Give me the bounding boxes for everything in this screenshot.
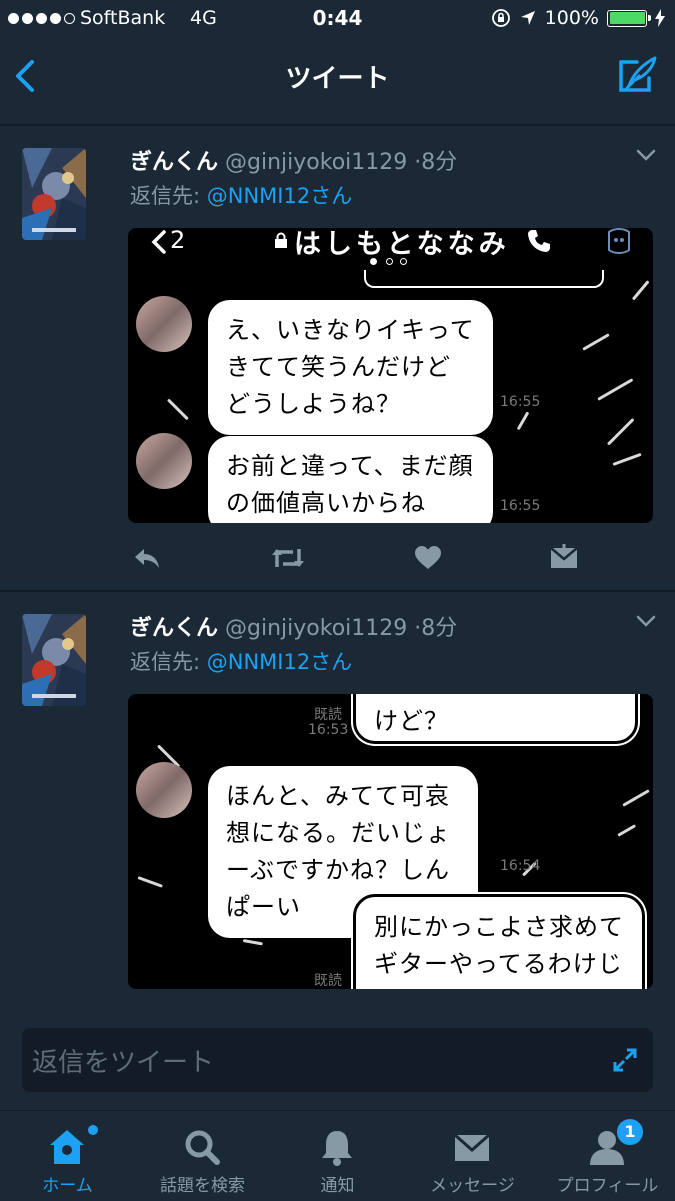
reply-placeholder: 返信をツイート — [32, 1048, 215, 1078]
read-label: 既読 — [314, 973, 342, 989]
reply-tweet-input[interactable]: 返信をツイート — [22, 1028, 653, 1092]
speed-line — [242, 939, 263, 946]
tweet-divider — [0, 590, 675, 592]
tab-label: ホーム — [42, 1176, 93, 1196]
status-bar: SoftBank 4G 0:44 100% — [0, 0, 675, 40]
chat-avatar — [136, 433, 192, 489]
tab-notifications[interactable]: 通知 — [270, 1111, 405, 1201]
like-icon[interactable] — [414, 543, 442, 573]
display-name[interactable]: ぎんくん — [130, 616, 218, 641]
phone-icon — [528, 230, 550, 252]
nav-divider — [0, 124, 675, 126]
chat-bubble: え、いきなりイキってきてて笑うんだけどどうしようね？ — [208, 300, 493, 435]
tab-messages[interactable]: メッセージ — [405, 1111, 540, 1201]
speed-line — [631, 280, 650, 301]
tweet-image[interactable]: 2 はしもとななみ え、いきなりイキってきてて笑うんだけどどうしようね？ 16: — [128, 228, 653, 523]
chat-back-count: 2 — [170, 228, 186, 254]
reply-to-line: 返信先: @NNMI12さん — [130, 646, 352, 676]
reply-to-line: 返信先: @NNMI12さん — [130, 180, 352, 210]
tab-label: プロフィール — [556, 1176, 659, 1196]
reply-to-label: 返信先: — [130, 650, 207, 674]
retweet-icon[interactable] — [270, 543, 306, 573]
user-handle[interactable]: @ginjiyokoi1129 — [225, 150, 407, 175]
read-label: 既読 — [314, 707, 342, 723]
navigation-bar: ツイート — [0, 40, 675, 112]
tweet-header: ぎんくん @ginjiyokoi1129 ·8分 — [130, 144, 457, 176]
page-indicator — [370, 258, 414, 266]
reply-mention-link[interactable]: @NNMI12さん — [207, 650, 352, 674]
tab-profile[interactable]: 1 プロフィール — [540, 1111, 675, 1201]
chevron-down-icon[interactable] — [635, 148, 657, 162]
tab-search[interactable]: 話題を検索 — [135, 1111, 270, 1201]
chat-menu-icon — [608, 228, 630, 254]
tweet-time: 8分 — [421, 150, 458, 175]
tweet-time: 8分 — [421, 616, 458, 641]
speed-line — [582, 333, 610, 351]
page-title: ツイート — [285, 64, 390, 94]
new-tweets-dot — [88, 1125, 98, 1135]
tweet-actions — [128, 543, 628, 573]
speed-line — [617, 824, 637, 837]
bell-icon — [322, 1131, 352, 1166]
chat-contact-name: はしもとななみ — [294, 229, 510, 260]
avatar[interactable] — [22, 148, 86, 240]
chat-time: 16:53 — [308, 722, 349, 738]
chat-time: 16:55 — [500, 498, 541, 514]
expand-icon[interactable] — [611, 1046, 639, 1074]
speed-line — [166, 398, 189, 421]
reply-mention-link[interactable]: @NNMI12さん — [207, 184, 352, 208]
speed-line — [516, 411, 530, 431]
tab-label: 通知 — [320, 1176, 355, 1196]
battery-percent: 100% — [544, 7, 599, 29]
chat-header-line — [364, 270, 604, 288]
speed-line — [597, 378, 634, 401]
battery-icon — [607, 9, 651, 27]
chat-bubble: お前と違って、まだ顔の価値高いからね — [208, 436, 493, 523]
speed-line — [622, 789, 650, 807]
tweet-image[interactable]: けど？ 既読 16:53 ほんと、みてて可哀想になる。だいじょーぶですかね？しん… — [128, 694, 653, 989]
reply-icon[interactable] — [132, 543, 162, 573]
chat-time: 16:54 — [500, 858, 541, 874]
chat-bubble-outgoing: 別にかっこよさ求めてギターやってるわけじゃないし？ — [353, 894, 645, 989]
speed-line — [606, 417, 635, 446]
compose-tweet-icon[interactable] — [615, 54, 659, 98]
chevron-down-icon[interactable] — [635, 614, 657, 628]
orientation-lock-icon — [491, 9, 510, 27]
avatar[interactable] — [22, 614, 86, 706]
chat-time: 16:55 — [500, 394, 541, 410]
chat-back-icon — [151, 230, 166, 254]
tab-label: メッセージ — [430, 1176, 515, 1196]
lock-icon — [275, 232, 287, 248]
location-icon — [520, 11, 535, 25]
tab-home[interactable]: ホーム — [0, 1111, 135, 1201]
chat-avatar — [136, 296, 192, 352]
speed-line — [612, 452, 642, 466]
status-right-icons: 100% — [491, 7, 665, 29]
tweet-header: ぎんくん @ginjiyokoi1129 ·8分 — [130, 610, 457, 642]
reply-to-label: 返信先: — [130, 184, 207, 208]
envelope-icon — [454, 1133, 490, 1161]
user-handle[interactable]: @ginjiyokoi1129 — [225, 616, 407, 641]
tab-bar: ホーム 話題を検索 通知 メッセージ 1 プロフィール — [0, 1110, 675, 1201]
tab-label: 話題を検索 — [160, 1176, 245, 1196]
chat-bubble-outgoing: けど？ — [353, 694, 638, 744]
home-icon — [50, 1130, 84, 1164]
chat-avatar — [136, 762, 192, 818]
direct-message-icon[interactable] — [549, 543, 579, 573]
display-name[interactable]: ぎんくん — [130, 150, 218, 175]
profile-badge: 1 — [615, 1117, 645, 1147]
search-icon — [185, 1130, 220, 1165]
speed-line — [137, 876, 163, 888]
charging-icon — [655, 9, 665, 27]
